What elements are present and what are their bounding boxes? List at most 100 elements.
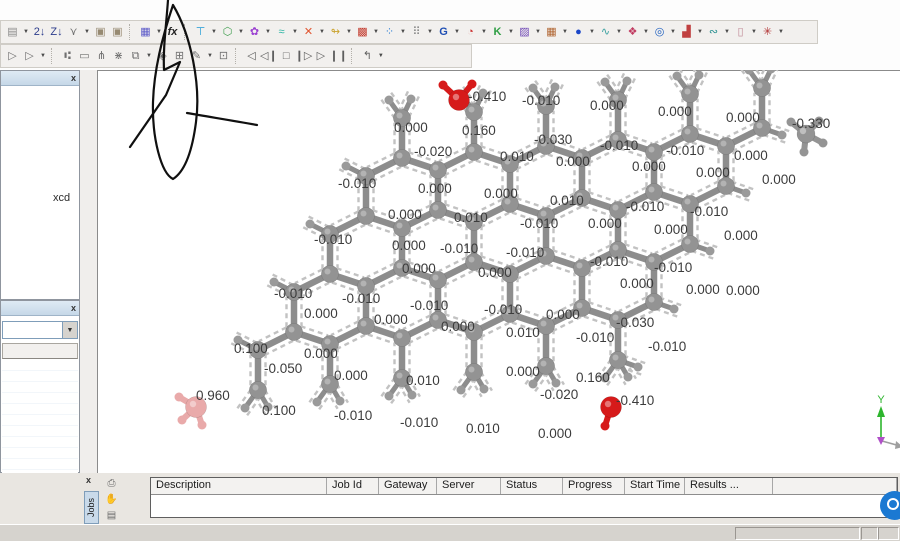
module-x-icon[interactable]: ✕: [300, 23, 317, 41]
chevron-down-icon[interactable]: ▼: [479, 23, 489, 41]
module-calc-icon[interactable]: ⊤: [192, 23, 209, 41]
project-new-icon[interactable]: ▣: [109, 23, 126, 41]
chevron-down-icon[interactable]: ▼: [425, 23, 435, 41]
project-tree-item[interactable]: xcd: [53, 192, 79, 204]
chevron-down-icon[interactable]: ▼: [371, 23, 381, 41]
sort-descending-icon[interactable]: Z↓: [48, 23, 65, 41]
chevron-down-icon[interactable]: ▼: [236, 23, 246, 41]
module-chart-icon[interactable]: ▟: [678, 23, 695, 41]
close-icon[interactable]: x: [71, 74, 76, 83]
grid-view-icon[interactable]: ▦: [137, 23, 154, 41]
chevron-down-icon[interactable]: ▼: [776, 23, 786, 41]
branch-icon[interactable]: ⋎: [65, 23, 82, 41]
split-icon[interactable]: ⋔: [93, 47, 110, 65]
column-header[interactable]: Gateway: [379, 478, 437, 494]
measure-icon[interactable]: ⊞: [171, 47, 188, 65]
chevron-down-icon[interactable]: ▼: [154, 23, 164, 41]
module-star-icon[interactable]: ✳: [759, 23, 776, 41]
chevron-down-icon[interactable]: ▼: [144, 47, 154, 65]
chevron-down-icon[interactable]: ▼: [376, 47, 386, 65]
properties-list-header[interactable]: [2, 343, 78, 359]
chevron-down-icon[interactable]: ▼: [344, 23, 354, 41]
chevron-down-icon[interactable]: ▼: [205, 47, 215, 65]
chevron-down-icon[interactable]: ▼: [452, 23, 462, 41]
module-gaussian-icon[interactable]: G: [435, 23, 452, 41]
column-header[interactable]: Results ...: [685, 478, 773, 494]
close-icon[interactable]: x: [86, 475, 91, 485]
module-flower-icon[interactable]: ✿: [246, 23, 263, 41]
column-header[interactable]: Job Id: [327, 478, 379, 494]
sort-ascending-icon[interactable]: 2↓: [31, 23, 48, 41]
stop-icon[interactable]: □: [278, 47, 295, 65]
chevron-down-icon[interactable]: ▼: [641, 23, 651, 41]
stamp-icon[interactable]: ◈: [154, 47, 171, 65]
job-log-icon[interactable]: ⎙: [103, 476, 120, 491]
chevron-down-icon[interactable]: ▼: [38, 47, 48, 65]
module-mosaic-icon[interactable]: ▦: [543, 23, 560, 41]
chevron-down-icon[interactable]: ▼: [62, 322, 77, 338]
rectangle-icon[interactable]: ▭: [76, 47, 93, 65]
chevron-down-icon[interactable]: ▼: [398, 23, 408, 41]
chevron-down-icon[interactable]: ▼: [587, 23, 597, 41]
annotate-icon[interactable]: ✎: [188, 47, 205, 65]
render-icon[interactable]: ▷: [4, 47, 21, 65]
chevron-down-icon[interactable]: ▼: [695, 23, 705, 41]
chevron-down-icon[interactable]: ▼: [506, 23, 516, 41]
fragment-icon[interactable]: ⋇: [110, 47, 127, 65]
seek-start-icon[interactable]: ◁: [243, 47, 260, 65]
module-dots-icon[interactable]: ⠿: [408, 23, 425, 41]
close-icon[interactable]: x: [71, 304, 76, 313]
snapshot-icon[interactable]: ⊡: [215, 47, 232, 65]
chevron-down-icon[interactable]: ▼: [82, 23, 92, 41]
assistant-icon: [887, 498, 899, 510]
chevron-down-icon[interactable]: ▼: [317, 23, 327, 41]
play-icon[interactable]: ▷: [312, 47, 329, 65]
properties-list[interactable]: [2, 360, 78, 478]
function-icon[interactable]: fx: [164, 23, 181, 41]
module-target-icon[interactable]: ◎: [651, 23, 668, 41]
module-dial-icon[interactable]: ◔: [462, 23, 479, 41]
chevron-down-icon[interactable]: ▼: [668, 23, 678, 41]
module-blueball-icon[interactable]: ●: [570, 23, 587, 41]
column-header[interactable]: Status: [501, 478, 563, 494]
module-pillar-icon[interactable]: ▯: [732, 23, 749, 41]
module-purplegrid-icon[interactable]: ▨: [516, 23, 533, 41]
filter-combobox[interactable]: ▼: [2, 321, 78, 339]
display-style-icon[interactable]: ▤: [4, 23, 21, 41]
module-k-icon[interactable]: K: [489, 23, 506, 41]
column-header[interactable]: Start Time: [625, 478, 685, 494]
module-balls-icon[interactable]: ⁘: [381, 23, 398, 41]
molecule-viewport[interactable]: [97, 70, 900, 473]
module-waves-icon[interactable]: ≈: [273, 23, 290, 41]
render-mode-icon[interactable]: ▷: [21, 47, 38, 65]
module-wave2-icon[interactable]: ∿: [597, 23, 614, 41]
chevron-down-icon[interactable]: ▼: [263, 23, 273, 41]
job-hold-icon[interactable]: ✋: [103, 492, 120, 507]
project-icon[interactable]: ▣: [92, 23, 109, 41]
chevron-down-icon[interactable]: ▼: [722, 23, 732, 41]
loop-icon[interactable]: ↰: [359, 47, 376, 65]
column-header[interactable]: Description: [151, 478, 327, 494]
hierarchy-icon[interactable]: ⑆: [59, 47, 76, 65]
chevron-down-icon[interactable]: ▼: [290, 23, 300, 41]
sketch-icon[interactable]: ⧉: [127, 47, 144, 65]
chevron-down-icon[interactable]: ▼: [21, 23, 31, 41]
column-header[interactable]: Progress: [563, 478, 625, 494]
job-list-icon[interactable]: ▤: [103, 508, 120, 523]
step-back-icon[interactable]: ◁❙: [260, 47, 278, 65]
module-arrows-icon[interactable]: ↬: [327, 23, 344, 41]
pause-icon[interactable]: ❙❙: [329, 47, 347, 65]
module-s-icon[interactable]: ∾: [705, 23, 722, 41]
chevron-down-icon[interactable]: ▼: [533, 23, 543, 41]
step-forward-icon[interactable]: ❙▷: [295, 47, 313, 65]
column-header[interactable]: Server: [437, 478, 501, 494]
module-cube-icon[interactable]: ⬡: [219, 23, 236, 41]
chevron-down-icon[interactable]: ▼: [614, 23, 624, 41]
column-header[interactable]: [773, 478, 897, 494]
chevron-down-icon[interactable]: ▼: [749, 23, 759, 41]
module-redgrid-icon[interactable]: ▩: [354, 23, 371, 41]
module-diamond-icon[interactable]: ❖: [624, 23, 641, 41]
tab-jobs[interactable]: Jobs: [84, 491, 99, 524]
chevron-down-icon[interactable]: ▼: [560, 23, 570, 41]
chevron-down-icon[interactable]: ▼: [209, 23, 219, 41]
